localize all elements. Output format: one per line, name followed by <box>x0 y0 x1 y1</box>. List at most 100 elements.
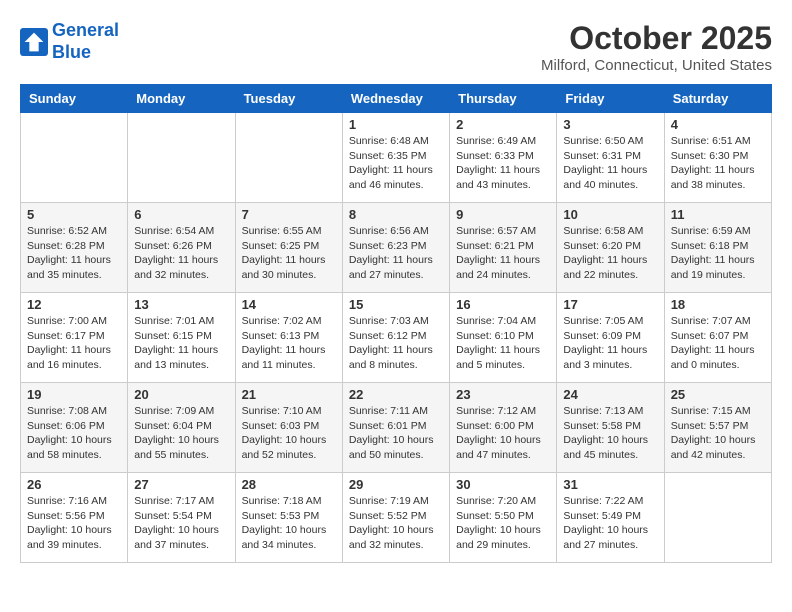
day-number: 17 <box>563 297 657 312</box>
calendar-cell: 1Sunrise: 6:48 AM Sunset: 6:35 PM Daylig… <box>342 113 449 203</box>
calendar-table: SundayMondayTuesdayWednesdayThursdayFrid… <box>20 84 772 563</box>
day-number: 13 <box>134 297 228 312</box>
day-info: Sunrise: 7:02 AM Sunset: 6:13 PM Dayligh… <box>242 314 336 373</box>
day-number: 15 <box>349 297 443 312</box>
day-info: Sunrise: 6:59 AM Sunset: 6:18 PM Dayligh… <box>671 224 765 283</box>
day-number: 21 <box>242 387 336 402</box>
day-info: Sunrise: 7:01 AM Sunset: 6:15 PM Dayligh… <box>134 314 228 373</box>
week-row-5: 26Sunrise: 7:16 AM Sunset: 5:56 PM Dayli… <box>21 473 772 563</box>
calendar-cell: 25 Sunrise: 7:15 AM Sunset: 5:57 PM Dayli… <box>664 383 771 473</box>
page-header: General Blue October 2025 Milford, Conne… <box>20 20 772 74</box>
calendar-cell: 7Sunrise: 6:55 AM Sunset: 6:25 PM Daylig… <box>235 203 342 293</box>
day-number: 29 <box>349 477 443 492</box>
calendar-cell: 22 Sunrise: 7:11 AM Sunset: 6:01 PM Dayli… <box>342 383 449 473</box>
logo-line2: Blue <box>52 42 91 62</box>
month-title: October 2025 <box>541 20 772 57</box>
calendar-cell: 14 Sunrise: 7:02 AM Sunset: 6:13 PM Dayli… <box>235 293 342 383</box>
week-row-1: 1Sunrise: 6:48 AM Sunset: 6:35 PM Daylig… <box>21 113 772 203</box>
day-number: 2 <box>456 117 550 132</box>
calendar-cell: 18Sunrise: 7:07 AM Sunset: 6:07 PM Dayli… <box>664 293 771 383</box>
day-number: 27 <box>134 477 228 492</box>
calendar-cell <box>235 113 342 203</box>
day-info: Sunrise: 7:07 AM Sunset: 6:07 PM Dayligh… <box>671 314 765 373</box>
calendar-cell: 19Sunrise: 7:08 AM Sunset: 6:06 PM Dayli… <box>21 383 128 473</box>
day-info: Sunrise: 6:57 AM Sunset: 6:21 PM Dayligh… <box>456 224 550 283</box>
weekday-header-saturday: Saturday <box>664 85 771 113</box>
day-number: 11 <box>671 207 765 222</box>
day-info: Sunrise: 7:10 AM Sunset: 6:03 PM Dayligh… <box>242 404 336 463</box>
calendar-cell: 10 Sunrise: 6:58 AM Sunset: 6:20 PM Dayli… <box>557 203 664 293</box>
day-info: Sunrise: 7:03 AM Sunset: 6:12 PM Dayligh… <box>349 314 443 373</box>
day-number: 16 <box>456 297 550 312</box>
day-info: Sunrise: 7:11 AM Sunset: 6:01 PM Dayligh… <box>349 404 443 463</box>
day-info: Sunrise: 7:05 AM Sunset: 6:09 PM Dayligh… <box>563 314 657 373</box>
day-info: Sunrise: 7:00 AM Sunset: 6:17 PM Dayligh… <box>27 314 121 373</box>
day-number: 12 <box>27 297 121 312</box>
day-number: 5 <box>27 207 121 222</box>
day-number: 19 <box>27 387 121 402</box>
day-info: Sunrise: 7:12 AM Sunset: 6:00 PM Dayligh… <box>456 404 550 463</box>
calendar-cell: 27Sunrise: 7:17 AM Sunset: 5:54 PM Dayli… <box>128 473 235 563</box>
day-info: Sunrise: 6:50 AM Sunset: 6:31 PM Dayligh… <box>563 134 657 193</box>
day-number: 7 <box>242 207 336 222</box>
weekday-header-sunday: Sunday <box>21 85 128 113</box>
day-info: Sunrise: 7:19 AM Sunset: 5:52 PM Dayligh… <box>349 494 443 553</box>
calendar-cell: 2 Sunrise: 6:49 AM Sunset: 6:33 PM Daylig… <box>450 113 557 203</box>
header-row: SundayMondayTuesdayWednesdayThursdayFrid… <box>21 85 772 113</box>
day-number: 9 <box>456 207 550 222</box>
calendar-cell: 31 Sunrise: 7:22 AM Sunset: 5:49 PM Dayli… <box>557 473 664 563</box>
day-number: 24 <box>563 387 657 402</box>
day-info: Sunrise: 7:22 AM Sunset: 5:49 PM Dayligh… <box>563 494 657 553</box>
day-info: Sunrise: 6:56 AM Sunset: 6:23 PM Dayligh… <box>349 224 443 283</box>
day-number: 10 <box>563 207 657 222</box>
day-info: Sunrise: 6:49 AM Sunset: 6:33 PM Dayligh… <box>456 134 550 193</box>
calendar-cell: 5 Sunrise: 6:52 AM Sunset: 6:28 PM Daylig… <box>21 203 128 293</box>
weekday-header-friday: Friday <box>557 85 664 113</box>
calendar-cell <box>21 113 128 203</box>
day-number: 8 <box>349 207 443 222</box>
calendar-cell: 3 Sunrise: 6:50 AM Sunset: 6:31 PM Daylig… <box>557 113 664 203</box>
day-info: Sunrise: 6:52 AM Sunset: 6:28 PM Dayligh… <box>27 224 121 283</box>
logo: General Blue <box>20 20 119 63</box>
calendar-cell: 23 Sunrise: 7:12 AM Sunset: 6:00 PM Dayli… <box>450 383 557 473</box>
logo-icon <box>20 28 48 56</box>
title-area: October 2025 Milford, Connecticut, Unite… <box>541 20 772 74</box>
day-number: 22 <box>349 387 443 402</box>
day-info: Sunrise: 7:15 AM Sunset: 5:57 PM Dayligh… <box>671 404 765 463</box>
calendar-cell: 4 Sunrise: 6:51 AM Sunset: 6:30 PM Daylig… <box>664 113 771 203</box>
calendar-cell: 8 Sunrise: 6:56 AM Sunset: 6:23 PM Daylig… <box>342 203 449 293</box>
calendar-cell: 20Sunrise: 7:09 AM Sunset: 6:04 PM Dayli… <box>128 383 235 473</box>
day-info: Sunrise: 6:58 AM Sunset: 6:20 PM Dayligh… <box>563 224 657 283</box>
day-number: 6 <box>134 207 228 222</box>
day-number: 31 <box>563 477 657 492</box>
day-number: 23 <box>456 387 550 402</box>
weekday-header-thursday: Thursday <box>450 85 557 113</box>
calendar-cell <box>664 473 771 563</box>
calendar-cell: 12 Sunrise: 7:00 AM Sunset: 6:17 PM Dayli… <box>21 293 128 383</box>
day-number: 20 <box>134 387 228 402</box>
week-row-2: 5 Sunrise: 6:52 AM Sunset: 6:28 PM Daylig… <box>21 203 772 293</box>
calendar-cell: 6 Sunrise: 6:54 AM Sunset: 6:26 PM Daylig… <box>128 203 235 293</box>
calendar-cell: 9 Sunrise: 6:57 AM Sunset: 6:21 PM Daylig… <box>450 203 557 293</box>
logo-line1: General <box>52 20 119 40</box>
day-number: 28 <box>242 477 336 492</box>
day-info: Sunrise: 6:54 AM Sunset: 6:26 PM Dayligh… <box>134 224 228 283</box>
day-info: Sunrise: 6:48 AM Sunset: 6:35 PM Dayligh… <box>349 134 443 193</box>
day-number: 4 <box>671 117 765 132</box>
day-info: Sunrise: 7:16 AM Sunset: 5:56 PM Dayligh… <box>27 494 121 553</box>
calendar-cell: 28 Sunrise: 7:18 AM Sunset: 5:53 PM Dayli… <box>235 473 342 563</box>
day-number: 14 <box>242 297 336 312</box>
day-number: 30 <box>456 477 550 492</box>
day-info: Sunrise: 6:51 AM Sunset: 6:30 PM Dayligh… <box>671 134 765 193</box>
day-info: Sunrise: 7:13 AM Sunset: 5:58 PM Dayligh… <box>563 404 657 463</box>
calendar-cell: 30 Sunrise: 7:20 AM Sunset: 5:50 PM Dayli… <box>450 473 557 563</box>
calendar-cell: 11 Sunrise: 6:59 AM Sunset: 6:18 PM Dayli… <box>664 203 771 293</box>
day-number: 25 <box>671 387 765 402</box>
calendar-cell: 15 Sunrise: 7:03 AM Sunset: 6:12 PM Dayli… <box>342 293 449 383</box>
week-row-4: 19Sunrise: 7:08 AM Sunset: 6:06 PM Dayli… <box>21 383 772 473</box>
day-info: Sunrise: 7:20 AM Sunset: 5:50 PM Dayligh… <box>456 494 550 553</box>
day-info: Sunrise: 7:18 AM Sunset: 5:53 PM Dayligh… <box>242 494 336 553</box>
day-number: 3 <box>563 117 657 132</box>
weekday-header-tuesday: Tuesday <box>235 85 342 113</box>
weekday-header-wednesday: Wednesday <box>342 85 449 113</box>
